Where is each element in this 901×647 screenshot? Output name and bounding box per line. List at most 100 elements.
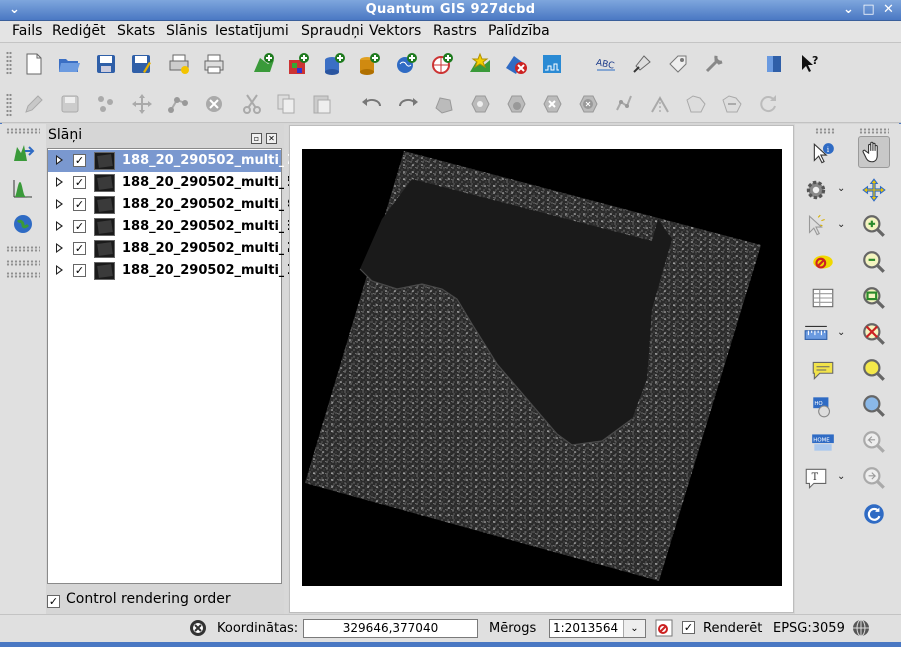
close-panel-button[interactable]: ✕ [266,133,277,144]
zoom-to-selection-button[interactable] [858,318,890,350]
deselect-features-button[interactable] [807,246,839,278]
add-vector-layer-button[interactable] [250,50,278,78]
add-point-button[interactable] [92,90,120,118]
print-button[interactable] [200,50,228,78]
zoom-last-button[interactable] [858,426,890,458]
add-wcs-layer-button[interactable] [428,50,456,78]
reshape-features-button[interactable] [610,90,638,118]
menu-spraudni[interactable]: Spraudņi [301,23,364,39]
zoom-in-button[interactable] [858,210,890,242]
expand-arrow-icon[interactable] [56,177,63,187]
copy-features-button[interactable] [272,90,300,118]
new-project-button[interactable] [20,50,48,78]
label-button[interactable]: ABC [592,50,620,78]
split-features-button[interactable] [646,90,674,118]
new-bookmark-button[interactable]: HO [807,390,839,422]
pan-map-button[interactable] [858,136,890,168]
expand-arrow-icon[interactable] [56,265,63,275]
layer-visibility-checkbox[interactable]: ✓ [73,242,86,255]
text-annotation-button[interactable]: T [800,462,832,494]
toolbar-handle[interactable] [815,128,835,134]
layer-row[interactable]: ✓ 188_20_290502_multi_7 [48,150,294,172]
simplify-feature-button[interactable] [430,90,458,118]
toolbar-grip[interactable] [6,93,12,117]
menu-skats[interactable]: Skats [117,23,155,39]
menu-rastrs[interactable]: Rastrs [433,23,477,39]
globe-plugin-button[interactable] [9,210,37,238]
undo-button[interactable] [358,90,386,118]
refresh-button[interactable] [858,498,890,530]
add-wms-layer-button[interactable] [392,50,420,78]
layer-visibility-checkbox[interactable]: ✓ [73,264,86,277]
add-ring-button[interactable] [466,90,494,118]
plugin-tool-button[interactable] [664,50,692,78]
add-part-button[interactable] [502,90,530,118]
render-checkbox[interactable]: ✓ [682,621,695,634]
expand-arrow-icon[interactable] [56,199,63,209]
save-as-button[interactable] [127,50,155,78]
menu-slanis[interactable]: Slānis [166,23,207,39]
tool-settings-button[interactable] [700,50,728,78]
chevron-down-icon[interactable]: ⌄ [837,328,847,338]
add-wfs-layer-button[interactable] [538,50,566,78]
digitize-tool-button[interactable] [628,50,656,78]
layer-row[interactable]: ✓ 188_20_290502_multi_4 [48,194,294,216]
save-edits-button[interactable] [56,90,84,118]
rotate-symbols-button[interactable] [754,90,782,118]
map-tips-button[interactable] [807,354,839,386]
measure-line-button[interactable] [800,318,832,350]
whats-this-button[interactable]: ? [796,50,824,78]
menu-vektors[interactable]: Vektors [369,23,421,39]
zoom-to-layer-button[interactable] [858,354,890,386]
move-feature-button[interactable] [128,90,156,118]
menu-palidziba[interactable]: Palīdzība [488,23,550,39]
control-rendering-order[interactable]: ✓ Control rendering order [47,591,231,608]
close-button[interactable]: ✕ [880,2,897,19]
delete-selected-button[interactable] [200,90,228,118]
zoom-out-button[interactable] [858,246,890,278]
delete-part-button[interactable] [574,90,602,118]
layer-row[interactable]: ✓ 188_20_290502_multi_3 [48,216,294,238]
toolbar-handle[interactable] [859,128,889,134]
layer-visibility-checkbox[interactable]: ✓ [73,154,86,167]
add-spatialite-layer-button[interactable] [355,50,383,78]
expand-arrow-icon[interactable] [56,155,63,165]
panel-splitter[interactable] [284,124,288,614]
maximize-button[interactable]: □ [860,2,877,19]
run-feature-action-button[interactable] [800,174,832,206]
chevron-down-icon[interactable]: ⌄ [837,472,847,482]
open-project-button[interactable] [55,50,83,78]
show-bookmarks-button[interactable]: HOME [807,426,839,458]
expand-arrow-icon[interactable] [56,221,63,231]
layer-row[interactable]: ✓ 188_20_290502_multi_2 [48,238,294,260]
chevron-down-icon[interactable]: ⌄ [837,184,847,194]
zoom-full-button[interactable] [858,282,890,314]
layer-row[interactable]: ✓ 188_20_290502_multi_1 [48,260,294,282]
histogram-button[interactable] [9,174,37,202]
add-postgis-layer-button[interactable] [320,50,348,78]
open-attribute-table-button[interactable] [807,282,839,314]
toolbar-handle[interactable] [6,272,40,278]
crs-globe-icon[interactable] [851,618,871,638]
zoom-native-button[interactable] [858,390,890,422]
save-project-button[interactable] [92,50,120,78]
node-tool-button[interactable] [164,90,192,118]
menu-fails[interactable]: Fails [12,23,42,39]
raster-map-view[interactable] [302,149,782,586]
layer-visibility-checkbox[interactable]: ✓ [73,198,86,211]
merge-features-button[interactable] [682,90,710,118]
crs-status[interactable]: EPSG:3059 [773,621,845,636]
menu-rediget[interactable]: Rediģēt [52,23,105,39]
expand-arrow-icon[interactable] [56,243,63,253]
chevron-down-icon[interactable]: ⌄ [623,620,645,637]
coordinates-field[interactable]: 329646,377040 [303,619,478,638]
menu-iestatijumi[interactable]: Iestatījumi [215,23,289,39]
new-print-composer-button[interactable] [165,50,193,78]
layers-list[interactable]: ✓ 188_20_290502_multi_7 ✓ 188_20_290502_… [47,148,294,584]
coordinate-toggle-icon[interactable] [188,618,208,638]
scale-combobox[interactable]: 1:2013564 ⌄ [549,619,646,638]
toolbar-grip[interactable] [6,51,12,75]
redo-button[interactable] [394,90,422,118]
cut-features-button[interactable] [238,90,266,118]
layer-visibility-checkbox[interactable]: ✓ [73,220,86,233]
